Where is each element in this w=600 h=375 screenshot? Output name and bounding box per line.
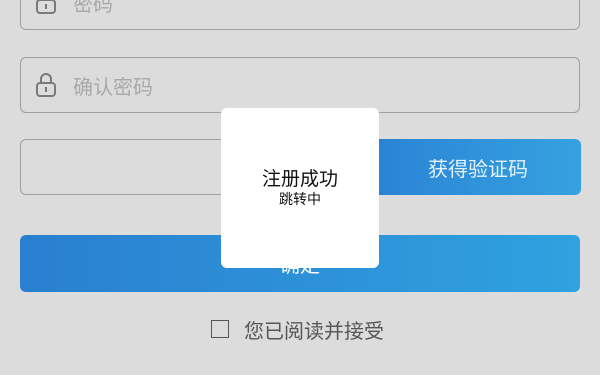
toast-title: 注册成功 xyxy=(261,168,338,190)
toast-subtitle: 跳转中 xyxy=(279,192,321,208)
agree-checkbox[interactable] xyxy=(211,320,229,338)
get-code-button[interactable]: 获得验证码 xyxy=(375,139,581,195)
success-toast: 注册成功 跳转中 xyxy=(221,108,379,268)
confirm-password-field[interactable]: 确认密码 xyxy=(20,57,580,113)
confirm-password-placeholder: 确认密码 xyxy=(73,74,153,99)
agree-row[interactable]: 您已阅读并接受 xyxy=(211,317,384,343)
agree-label: 您已阅读并接受 xyxy=(244,318,384,343)
password-placeholder: 密码 xyxy=(73,0,113,16)
lock-icon xyxy=(35,72,57,98)
lock-icon xyxy=(35,0,57,15)
password-field[interactable]: 密码 xyxy=(20,0,580,30)
